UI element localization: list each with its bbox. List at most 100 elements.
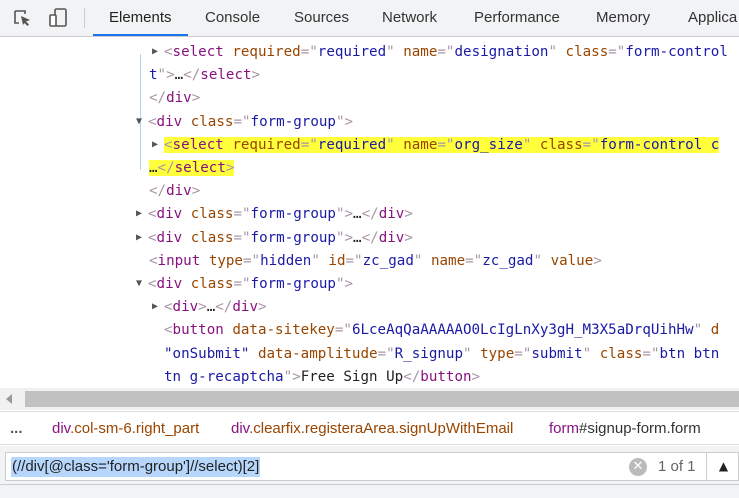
token-tag: div (156, 113, 183, 130)
token-val: zc_gad (362, 252, 414, 269)
breadcrumb-tag: form (549, 420, 579, 437)
dom-tree[interactable]: <select required="required" name="design… (0, 37, 739, 388)
scroll-left-icon[interactable] (6, 394, 14, 404)
token-pun: > (225, 160, 235, 176)
token-pun: =" (300, 44, 318, 60)
breadcrumb-item[interactable]: form#signup-form.form (549, 412, 701, 446)
expand-triangle-icon[interactable]: ▶ (136, 208, 142, 220)
token-pun: < (148, 206, 157, 223)
breadcrumb-item[interactable]: div.col-sm-6.right_part (52, 412, 199, 446)
node-markup: "onSubmit" data-amplitude="R_signup" typ… (164, 346, 719, 362)
token-tag: div (156, 229, 183, 246)
dom-node[interactable]: t">…</select> (149, 64, 260, 86)
token-attr: required (232, 44, 301, 60)
token-pun: < (164, 44, 173, 60)
node-markup: …</select> (149, 160, 235, 176)
dom-node[interactable]: <input type="hidden" id="zc_gad" name="z… (149, 250, 602, 272)
dom-node-selected[interactable]: …</select> (149, 157, 235, 179)
dom-node[interactable]: </div> (149, 180, 200, 202)
tab-network[interactable]: Network (366, 0, 453, 36)
token-pun: > (404, 206, 413, 223)
expand-triangle-icon[interactable]: ▶ (152, 139, 158, 151)
expand-triangle-icon[interactable]: ▶ (136, 232, 142, 244)
token-val: form-group (250, 276, 336, 292)
previous-match-button[interactable]: ▲ (706, 453, 739, 480)
token-val: required (317, 44, 387, 60)
token-pun: " (386, 44, 395, 60)
token-pun: </ (215, 299, 233, 316)
token-tag: div (156, 206, 183, 223)
token-pun: < (148, 229, 157, 246)
token-attr: class (190, 229, 234, 246)
node-markup: <div class="form-group"> (148, 114, 353, 130)
scrollbar-thumb[interactable] (25, 391, 739, 407)
dom-node[interactable]: <select required="required" name="design… (164, 41, 728, 63)
token-pun: " (548, 44, 557, 60)
dom-node[interactable]: tn g-recaptcha">Free Sign Up</button> (164, 366, 480, 388)
dom-node[interactable]: <div class="form-group">…</div> (148, 227, 413, 249)
token-pun: " (311, 252, 320, 269)
token-tag: div (166, 183, 192, 200)
token-attr: id (328, 252, 346, 269)
collapse-triangle-icon[interactable]: ▼ (136, 278, 142, 290)
tab-elements[interactable]: Elements (93, 0, 188, 36)
breadcrumb-item[interactable]: div.clearfix.registeraArea.signUpWithEma… (231, 412, 513, 446)
toolbar-divider (84, 8, 85, 28)
clear-search-icon[interactable]: ✕ (629, 458, 647, 476)
token-tag: div (172, 299, 199, 316)
token-tag: select (200, 67, 252, 84)
search-input[interactable]: (//div[@class='form-group']//select)[2] … (5, 452, 739, 481)
token-pun: < (164, 322, 173, 339)
breadcrumb: ... div.col-sm-6.right_part div.clearfix… (0, 411, 739, 445)
token-attr: name (403, 44, 438, 60)
dom-node[interactable]: <div>…</div> (164, 296, 267, 318)
token-pun: </ (361, 229, 379, 246)
token-pun: > (404, 229, 413, 246)
token-tag: select (172, 136, 224, 153)
breadcrumb-tag: div (231, 420, 250, 437)
dom-node[interactable]: <div class="form-group"> (148, 273, 353, 295)
dom-node[interactable]: "onSubmit" data-amplitude="R_signup" typ… (164, 343, 719, 365)
tab-performance[interactable]: Performance (458, 0, 576, 36)
token-pun: > (191, 183, 201, 200)
token-pun: < (148, 276, 157, 292)
tab-memory[interactable]: Memory (580, 0, 666, 36)
token-val: required (317, 136, 387, 153)
tab-sources[interactable]: Sources (278, 0, 365, 36)
token-tag: div (166, 90, 192, 107)
breadcrumb-more[interactable]: ... (10, 412, 23, 446)
tab-application[interactable]: Applica (672, 0, 739, 36)
token-val: form-group (250, 113, 336, 130)
dom-node[interactable]: <button data-sitekey="6LceAqQaAAAAAO0LcI… (164, 319, 719, 341)
token-val: 6LceAqQaAAAAAO0LcIgLnXy3gH_M3X5aDrqUihHw (351, 322, 694, 339)
token-attr: class (539, 136, 583, 153)
device-toolbar-icon[interactable] (48, 8, 68, 28)
token-val: t (149, 67, 158, 84)
token-pun: </ (149, 90, 167, 107)
dom-node-selected[interactable]: <select required="required" name="org_si… (164, 134, 720, 156)
dom-node[interactable]: <div class="form-group"> (148, 111, 353, 133)
token-pun: > (198, 299, 207, 316)
token-tag: input (157, 252, 201, 269)
dom-node[interactable]: </div> (149, 87, 200, 109)
expand-triangle-icon[interactable]: ▶ (152, 46, 158, 58)
token-val: form-group (250, 229, 336, 246)
tab-console[interactable]: Console (189, 0, 276, 36)
token-attr: name (430, 252, 466, 269)
token-txt: … (353, 229, 362, 246)
dom-node[interactable]: <div class="form-group">…</div> (148, 203, 413, 225)
expand-triangle-icon[interactable]: ▶ (152, 301, 158, 313)
token-pun: > (191, 90, 201, 107)
node-markup: <div class="form-group">…</div> (148, 230, 413, 246)
inspect-element-icon[interactable] (12, 8, 32, 28)
horizontal-scrollbar[interactable] (0, 388, 739, 410)
token-tag: div (156, 276, 183, 292)
node-markup: </div> (149, 90, 200, 106)
search-query[interactable]: (//div[@class='form-group']//select)[2] (11, 457, 261, 477)
collapse-triangle-icon[interactable]: ▼ (136, 116, 142, 128)
token-pun: =" (377, 345, 395, 362)
